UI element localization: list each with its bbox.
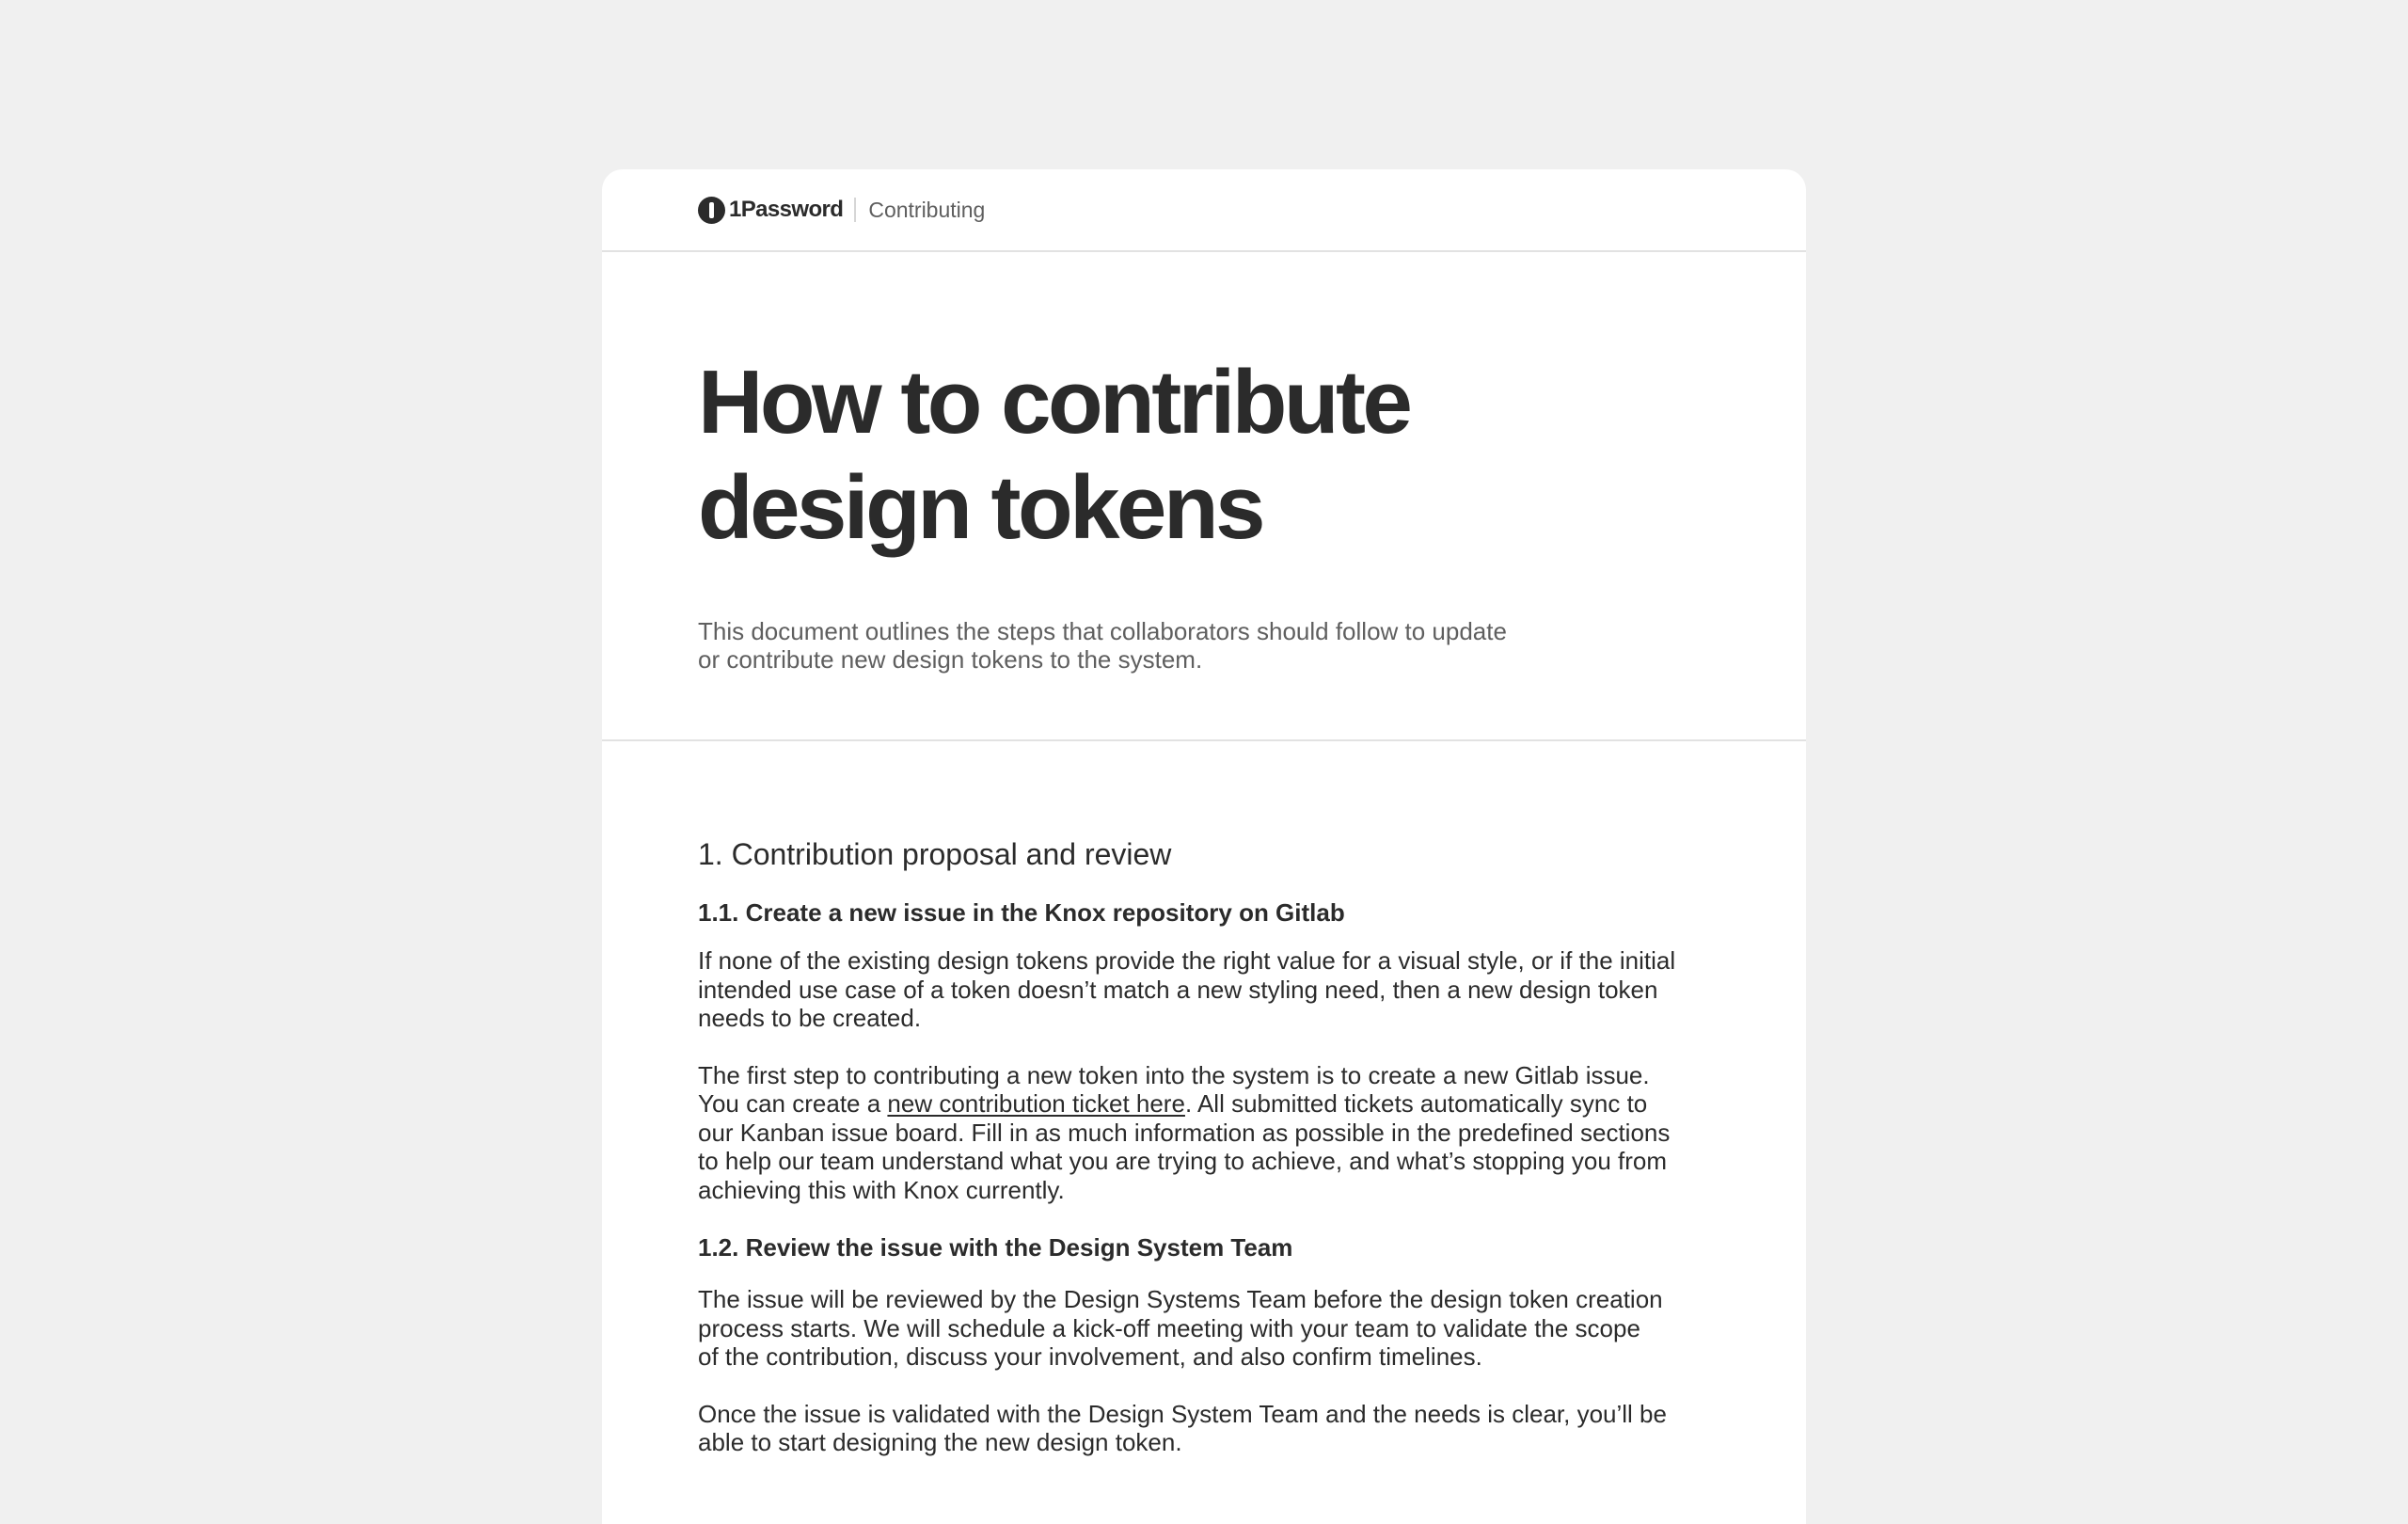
paragraph-line: The issue will be reviewed by the Design… xyxy=(698,1285,1663,1313)
document-card: 1Password Contributing How to contribute… xyxy=(602,169,1806,1524)
page-title: How to contribute design tokens xyxy=(698,350,1545,561)
subsection-heading: 1.2. Review the issue with the Design Sy… xyxy=(698,1233,1293,1262)
paragraph-line: intended use case of a token doesn’t mat… xyxy=(698,975,1658,1004)
intro-line: This document outlines the steps that co… xyxy=(698,617,1507,645)
paragraph-line: achieving this with Knox currently. xyxy=(698,1175,1065,1204)
brand-name: 1Password xyxy=(729,197,844,222)
intro-line: or contribute new design tokens to the s… xyxy=(698,645,1203,674)
section-label[interactable]: Contributing xyxy=(868,198,985,223)
paragraph-line: process starts. We will schedule a kick-… xyxy=(698,1313,1640,1342)
paragraph-line: of the contribution, discuss your involv… xyxy=(698,1342,1482,1371)
brand-logo[interactable]: 1Password xyxy=(698,196,844,224)
paragraph-text: You can create a xyxy=(698,1089,888,1118)
paragraph-line: Once the issue is validated with the Des… xyxy=(698,1399,1667,1428)
paragraph-text: . All submitted tickets automatically sy… xyxy=(1184,1089,1648,1118)
paragraph-line: If none of the existing design tokens pr… xyxy=(698,946,1676,975)
subsection-heading: 1.1. Create a new issue in the Knox repo… xyxy=(698,898,1345,927)
page-title-line: How to contribute xyxy=(698,352,1413,452)
hero-section: How to contribute design tokens This doc… xyxy=(602,252,1806,741)
paragraph: The first step to contributing a new tok… xyxy=(698,1061,1733,1205)
paragraph: If none of the existing design tokens pr… xyxy=(698,946,1733,1033)
page-title-line: design tokens xyxy=(698,457,1265,558)
header-divider xyxy=(854,198,857,222)
main-content: 1. Contribution proposal and review 1.1.… xyxy=(602,741,1733,1457)
paragraph-line: able to start designing the new design t… xyxy=(698,1428,1182,1456)
paragraph-line: The first step to contributing a new tok… xyxy=(698,1060,1650,1089)
paragraph-line: to help our team understand what you are… xyxy=(698,1147,1668,1175)
paragraph: Once the issue is validated with the Des… xyxy=(698,1400,1733,1457)
paragraph-line: our Kanban issue board. Fill in as much … xyxy=(698,1118,1671,1147)
new-contribution-ticket-link[interactable]: new contribution ticket here xyxy=(887,1089,1185,1118)
top-bar: 1Password Contributing xyxy=(602,169,1806,252)
1password-logo-icon xyxy=(698,196,725,224)
intro-text: This document outlines the steps that co… xyxy=(698,617,1592,674)
paragraph: The issue will be reviewed by the Design… xyxy=(698,1285,1733,1372)
paragraph-line: You can create a new contribution ticket… xyxy=(698,1089,1733,1119)
paragraph-line: needs to be created. xyxy=(698,1004,922,1032)
section-heading: 1. Contribution proposal and review xyxy=(698,837,1172,871)
